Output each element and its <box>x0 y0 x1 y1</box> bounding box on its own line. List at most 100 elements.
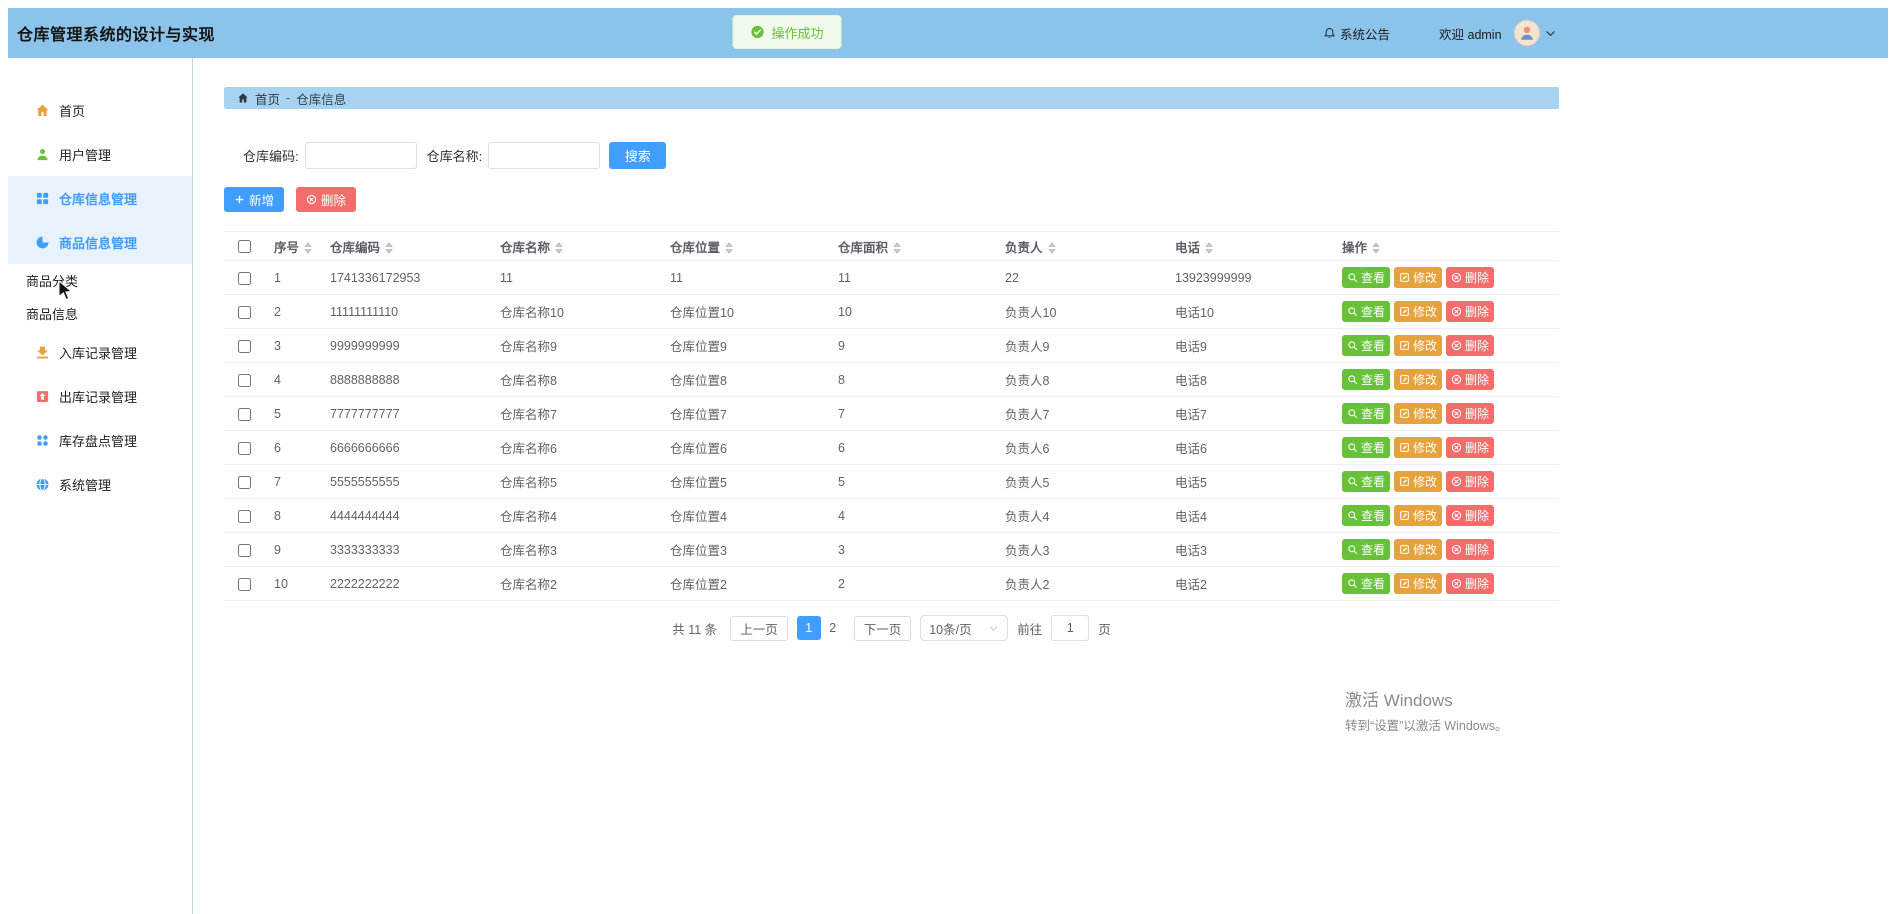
edit-button[interactable]: 修改 <box>1394 573 1442 594</box>
table-cell: 2222222222 <box>320 567 490 601</box>
row-delete-button[interactable]: 删除 <box>1446 369 1494 390</box>
row-checkbox[interactable] <box>238 510 251 523</box>
edit-button[interactable]: 修改 <box>1394 403 1442 424</box>
row-checkbox[interactable] <box>238 272 251 285</box>
table-cell: 4444444444 <box>320 499 490 533</box>
view-button[interactable]: 查看 <box>1342 471 1390 492</box>
column-header[interactable]: 序号 <box>264 232 320 261</box>
topbar-right: 系统公告 欢迎 admin <box>1323 8 1557 58</box>
view-button[interactable]: 查看 <box>1342 335 1390 356</box>
column-header[interactable]: 电话 <box>1165 232 1332 261</box>
sort-caret-icon[interactable] <box>893 242 901 254</box>
sidebar-item[interactable]: 仓库信息管理 <box>8 176 192 220</box>
breadcrumb-home[interactable]: 首页 <box>255 89 280 108</box>
sidebar-item[interactable]: 用户管理 <box>8 132 192 176</box>
edit-icon <box>1399 408 1410 419</box>
table-row: 39999999999仓库名称9仓库位置99负责人9电话9查看修改删除 <box>224 329 1559 363</box>
warehouse-code-input[interactable] <box>305 142 417 169</box>
sort-caret-icon[interactable] <box>385 242 393 254</box>
chevron-down-icon[interactable] <box>1544 27 1557 40</box>
row-delete-button[interactable]: 删除 <box>1446 403 1494 424</box>
table-cell: 仓库位置4 <box>660 499 828 533</box>
edit-icon <box>1399 578 1410 589</box>
warehouse-name-input[interactable] <box>488 142 600 169</box>
row-delete-button[interactable]: 删除 <box>1446 573 1494 594</box>
system-announcement-link[interactable]: 系统公告 <box>1323 24 1390 43</box>
column-header[interactable]: 仓库名称 <box>490 232 660 261</box>
view-button[interactable]: 查看 <box>1342 539 1390 560</box>
row-checkbox[interactable] <box>238 578 251 591</box>
page-button[interactable]: 2 <box>821 616 845 640</box>
page-button[interactable]: 1 <box>797 616 821 640</box>
column-header[interactable]: 仓库面积 <box>828 232 995 261</box>
table-cell: 2 <box>828 567 995 601</box>
view-button[interactable]: 查看 <box>1342 573 1390 594</box>
edit-button[interactable]: 修改 <box>1394 505 1442 526</box>
batch-delete-button[interactable]: 删除 <box>296 187 356 212</box>
sort-caret-icon[interactable] <box>555 242 563 254</box>
row-delete-button[interactable]: 删除 <box>1446 505 1494 526</box>
select-all-checkbox[interactable] <box>238 240 251 253</box>
edit-button[interactable]: 修改 <box>1394 301 1442 322</box>
row-delete-button[interactable]: 删除 <box>1446 539 1494 560</box>
sort-caret-icon[interactable] <box>1048 242 1056 254</box>
edit-icon <box>1399 476 1410 487</box>
column-header[interactable]: 负责人 <box>995 232 1165 261</box>
sidebar-item[interactable]: 库存盘点管理 <box>8 418 192 462</box>
edit-button[interactable]: 修改 <box>1394 369 1442 390</box>
row-delete-button[interactable]: 删除 <box>1446 335 1494 356</box>
sidebar-item[interactable]: 入库记录管理 <box>8 330 192 374</box>
row-checkbox[interactable] <box>238 476 251 489</box>
sort-caret-icon[interactable] <box>1205 242 1213 254</box>
actions-cell: 查看修改删除 <box>1332 329 1559 363</box>
view-button[interactable]: 查看 <box>1342 301 1390 322</box>
row-checkbox[interactable] <box>238 544 251 557</box>
view-button[interactable]: 查看 <box>1342 505 1390 526</box>
column-header[interactable]: 操作 <box>1332 232 1559 261</box>
column-header[interactable]: 仓库编码 <box>320 232 490 261</box>
row-delete-button[interactable]: 删除 <box>1446 267 1494 288</box>
table-row: 117413361729531111112213923999999查看修改删除 <box>224 261 1559 295</box>
sort-caret-icon[interactable] <box>725 242 733 254</box>
table-cell: 8 <box>264 499 320 533</box>
view-button[interactable]: 查看 <box>1342 437 1390 458</box>
sort-caret-icon[interactable] <box>1372 242 1380 254</box>
row-delete-button[interactable]: 删除 <box>1446 301 1494 322</box>
edit-button[interactable]: 修改 <box>1394 437 1442 458</box>
row-delete-button[interactable]: 删除 <box>1446 471 1494 492</box>
view-button[interactable]: 查看 <box>1342 369 1390 390</box>
sidebar-item[interactable]: 出库记录管理 <box>8 374 192 418</box>
avatar[interactable] <box>1514 20 1540 46</box>
edit-button[interactable]: 修改 <box>1394 539 1442 560</box>
table-cell: 9 <box>264 533 320 567</box>
edit-button[interactable]: 修改 <box>1394 335 1442 356</box>
sidebar-item[interactable]: 商品信息 <box>8 297 192 330</box>
row-checkbox[interactable] <box>238 442 251 455</box>
home-icon <box>237 92 249 104</box>
row-checkbox[interactable] <box>238 408 251 421</box>
table-cell: 3 <box>828 533 995 567</box>
row-checkbox[interactable] <box>238 340 251 353</box>
add-button[interactable]: 新增 <box>224 187 284 212</box>
circle-x-icon <box>1451 408 1462 419</box>
sidebar-item[interactable]: 商品信息管理 <box>8 220 192 264</box>
sidebar-item[interactable]: 商品分类 <box>8 264 192 297</box>
sidebar-item[interactable]: 系统管理 <box>8 462 192 506</box>
row-delete-button[interactable]: 删除 <box>1446 437 1494 458</box>
edit-button[interactable]: 修改 <box>1394 267 1442 288</box>
next-page-button[interactable]: 下一页 <box>854 616 912 641</box>
circle-x-icon <box>1451 374 1462 385</box>
edit-button[interactable]: 修改 <box>1394 471 1442 492</box>
view-button[interactable]: 查看 <box>1342 267 1390 288</box>
row-checkbox[interactable] <box>238 374 251 387</box>
view-button[interactable]: 查看 <box>1342 403 1390 424</box>
edit-button-label: 修改 <box>1413 439 1437 456</box>
sidebar-item[interactable]: 首页 <box>8 88 192 132</box>
search-button[interactable]: 搜索 <box>609 142 666 169</box>
row-checkbox[interactable] <box>238 306 251 319</box>
goto-page-input[interactable] <box>1051 615 1089 641</box>
sort-caret-icon[interactable] <box>304 242 312 254</box>
page-size-select[interactable]: 10条/页 <box>920 615 1008 641</box>
prev-page-button[interactable]: 上一页 <box>730 616 788 641</box>
column-header[interactable]: 仓库位置 <box>660 232 828 261</box>
